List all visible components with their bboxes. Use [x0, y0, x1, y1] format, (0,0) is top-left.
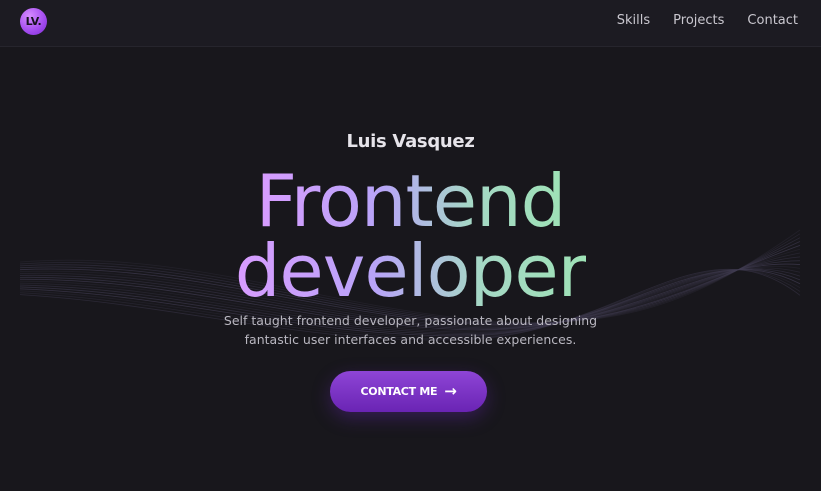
contact-me-label: CONTACT ME [360, 385, 438, 398]
contact-me-button[interactable]: CONTACT ME → [330, 371, 487, 412]
hero-headline: Frontend developer [0, 159, 821, 313]
hero-tagline: Self taught frontend developer, passiona… [0, 311, 821, 349]
headline-line-1: Frontend [255, 159, 567, 243]
tagline-line-1: Self taught frontend developer, passiona… [223, 313, 598, 328]
hero-name: Luis Vasquez [346, 131, 475, 152]
hero-section: Luis Vasquez Frontend developer Self tau… [0, 0, 821, 491]
tagline-line-2: fantastic user interfaces and accessible… [244, 332, 577, 347]
headline-line-2: developer [234, 229, 588, 313]
arrow-right-icon: → [444, 382, 457, 400]
